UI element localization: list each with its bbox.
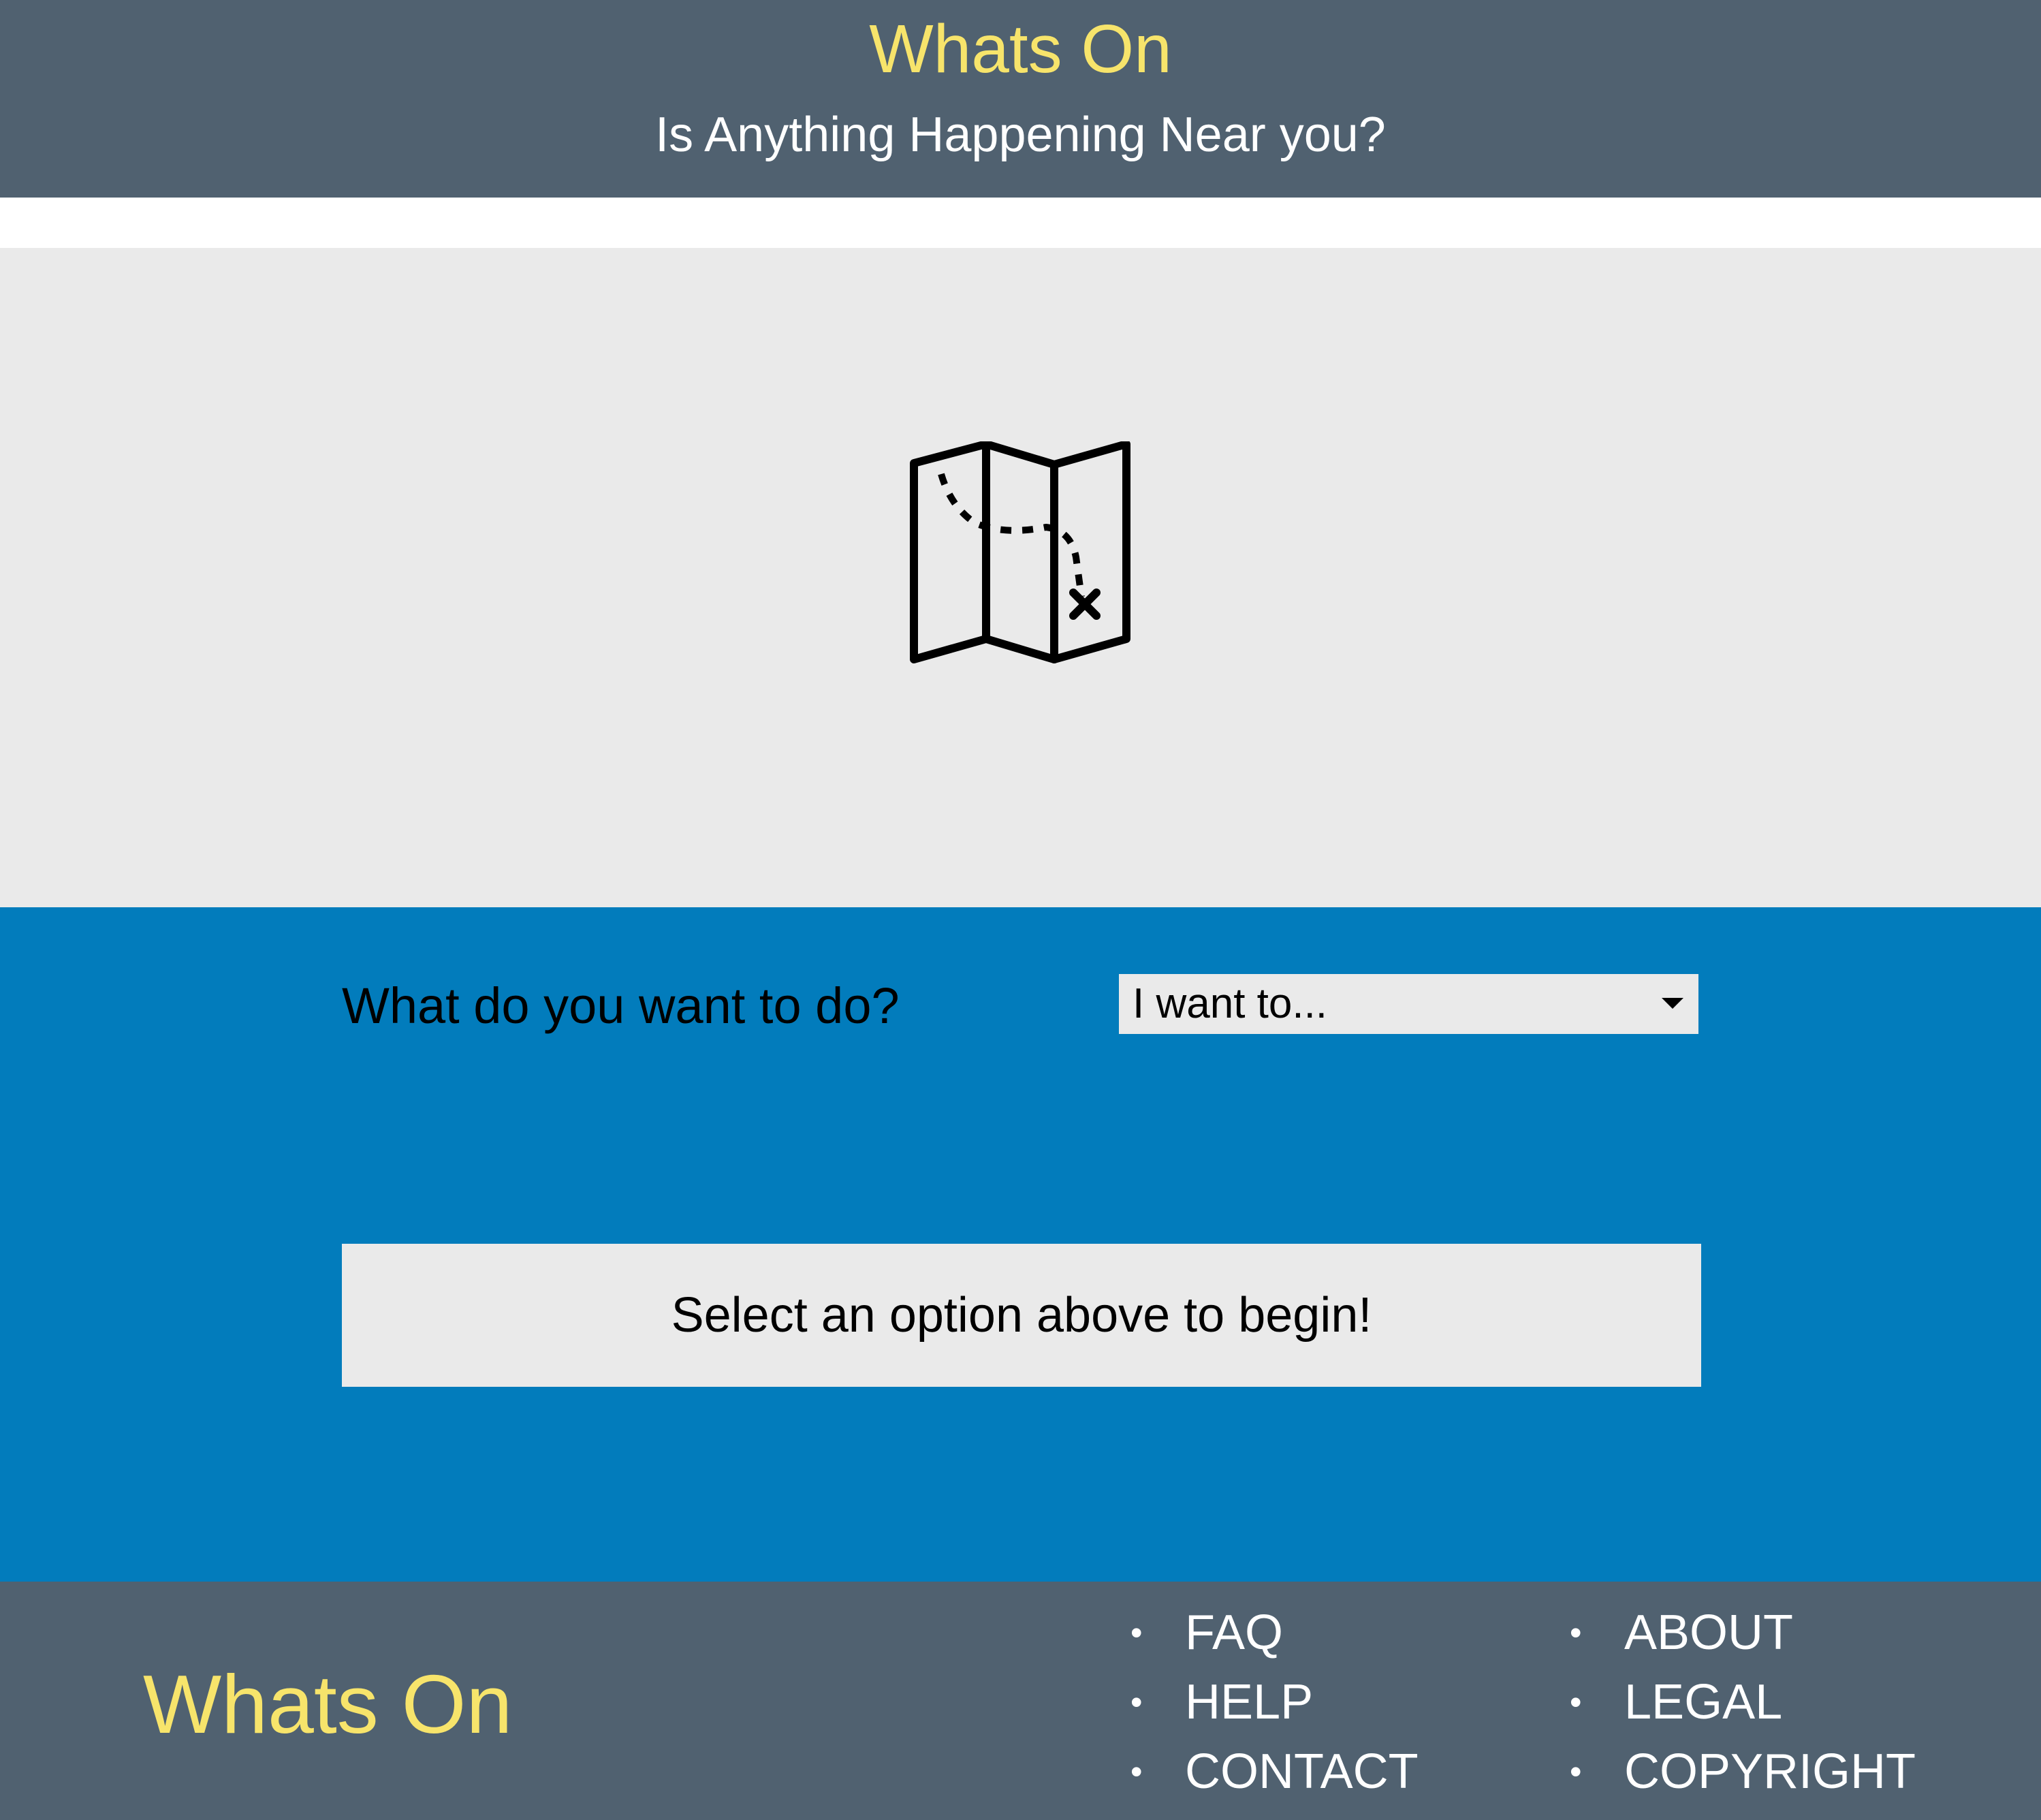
bullet-icon: •: [1570, 1683, 1582, 1721]
intent-select-value: I want to...: [1133, 980, 1328, 1027]
footer-link-label: COPYRIGHT: [1624, 1744, 1916, 1799]
site-header: Whats On Is Anything Happening Near you?: [0, 0, 2041, 198]
footer-link-label: HELP: [1185, 1675, 1314, 1729]
footer-link-contact[interactable]: • CONTACT: [1130, 1737, 1419, 1806]
footer-link-faq[interactable]: • FAQ: [1130, 1598, 1419, 1667]
status-message: Select an option above to begin!: [671, 1288, 1372, 1343]
bullet-icon: •: [1570, 1614, 1582, 1652]
bullet-icon: •: [1130, 1683, 1143, 1721]
footer-link-help[interactable]: • HELP: [1130, 1667, 1419, 1737]
site-title: Whats On: [869, 11, 1172, 87]
footer-link-label: CONTACT: [1185, 1744, 1419, 1799]
bullet-icon: •: [1570, 1753, 1582, 1791]
footer-link-label: LEGAL: [1624, 1675, 1783, 1729]
footer-link-copyright[interactable]: • COPYRIGHT: [1570, 1737, 1916, 1806]
chevron-down-icon[interactable]: [1662, 998, 1683, 1009]
footer-links-column-1: • FAQ • HELP • CONTACT: [1130, 1598, 1419, 1806]
hero-banner: [0, 248, 2041, 907]
intent-select[interactable]: I want to...: [1119, 974, 1698, 1034]
status-message-box: Select an option above to begin!: [342, 1244, 1701, 1387]
action-panel: What do you want to do? I want to... Sel…: [0, 907, 2041, 1582]
bullet-icon: •: [1130, 1614, 1143, 1652]
footer-brand: Whats On: [143, 1658, 513, 1751]
site-footer: Whats On • FAQ • HELP • CONTACT • ABOUT …: [0, 1582, 2041, 1820]
footer-link-label: FAQ: [1185, 1605, 1284, 1660]
footer-link-about[interactable]: • ABOUT: [1570, 1598, 1916, 1667]
footer-link-legal[interactable]: • LEGAL: [1570, 1667, 1916, 1737]
bullet-icon: •: [1130, 1753, 1143, 1791]
question-label: What do you want to do?: [342, 977, 900, 1034]
site-tagline: Is Anything Happening Near you?: [655, 108, 1386, 162]
footer-link-label: ABOUT: [1624, 1605, 1794, 1660]
map-icon: [910, 441, 1130, 663]
footer-links-column-2: • ABOUT • LEGAL • COPYRIGHT: [1570, 1598, 1916, 1806]
